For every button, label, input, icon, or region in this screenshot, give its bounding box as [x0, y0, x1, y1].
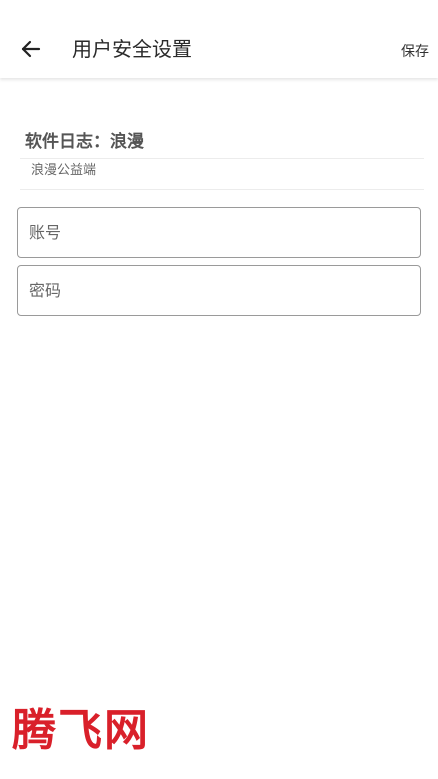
software-log-title: 软件日志：浪漫 [25, 132, 144, 152]
password-input[interactable] [18, 266, 420, 315]
divider [20, 189, 424, 190]
watermark-logo: 腾飞网 [12, 705, 150, 756]
account-field[interactable] [17, 207, 421, 258]
page-title: 用户安全设置 [72, 37, 192, 61]
back-button[interactable] [14, 34, 48, 64]
password-field[interactable] [17, 265, 421, 316]
arrow-left-icon [21, 40, 41, 58]
save-button[interactable]: 保存 [401, 41, 429, 63]
account-input[interactable] [18, 208, 420, 257]
divider [20, 158, 424, 159]
software-log-description: 浪漫公益端 [31, 163, 97, 178]
app-bar: 用户安全设置 保存 [0, 0, 438, 78]
